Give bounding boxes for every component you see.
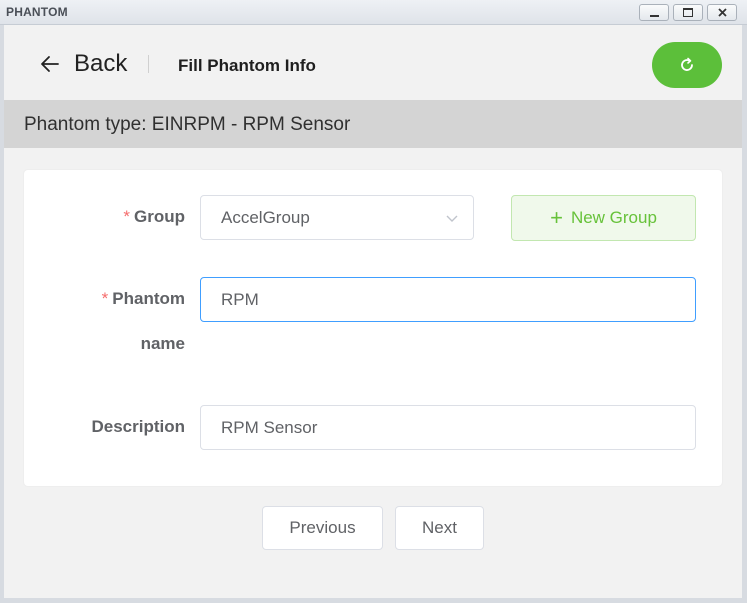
group-select[interactable]: AccelGroup	[200, 195, 474, 240]
maximize-button[interactable]	[673, 4, 703, 21]
required-mark: *	[123, 207, 130, 226]
new-group-button[interactable]: + New Group	[511, 195, 696, 241]
window-titlebar: PHANTOM	[0, 0, 747, 25]
close-button[interactable]	[707, 4, 737, 21]
new-group-label: New Group	[570, 208, 657, 227]
required-mark: *	[101, 289, 109, 308]
phantom-form-card: * Group AccelGroup + New Group * Phantom n…	[24, 170, 722, 486]
back-label: Back	[74, 50, 128, 77]
header-divider	[148, 55, 149, 73]
refresh-icon	[681, 57, 693, 71]
page-title: Fill Phantom Info	[178, 56, 316, 75]
group-select-value: AccelGroup	[221, 207, 310, 227]
phantom-name-label: * Phantom	[102, 289, 185, 309]
chevron-down-icon	[446, 215, 458, 222]
description-label: Description	[91, 417, 185, 436]
page-header: Back Fill Phantom Info	[4, 25, 742, 100]
window-title: PHANTOM	[6, 5, 68, 19]
previous-button[interactable]: Previous	[262, 506, 383, 550]
phantom-name-value: RPM	[221, 289, 259, 309]
description-input[interactable]: RPM Sensor	[200, 405, 696, 450]
group-label-text: Group	[134, 207, 185, 226]
maximize-icon	[683, 8, 693, 17]
phantom-name-input[interactable]: RPM	[200, 277, 696, 322]
close-icon	[717, 8, 727, 17]
plus-icon: +	[550, 205, 563, 230]
back-button[interactable]: Back	[38, 50, 127, 78]
group-label: * Group	[123, 207, 185, 227]
minimize-icon	[649, 14, 659, 17]
phantom-type-text: Phantom type: EINRPM - RPM Sensor	[24, 114, 351, 135]
refresh-button[interactable]	[652, 42, 722, 88]
main-content: Back Fill Phantom Info Phantom type: EIN…	[4, 25, 742, 598]
arrow-left-icon	[41, 56, 59, 72]
description-value: RPM Sensor	[221, 417, 318, 437]
next-button[interactable]: Next	[395, 506, 484, 550]
phantom-name-label-line2: name	[140, 334, 185, 353]
minimize-button[interactable]	[639, 4, 669, 21]
phantom-type-bar: Phantom type: EINRPM - RPM Sensor	[4, 100, 742, 148]
phantom-name-label-line1: Phantom	[112, 289, 185, 308]
